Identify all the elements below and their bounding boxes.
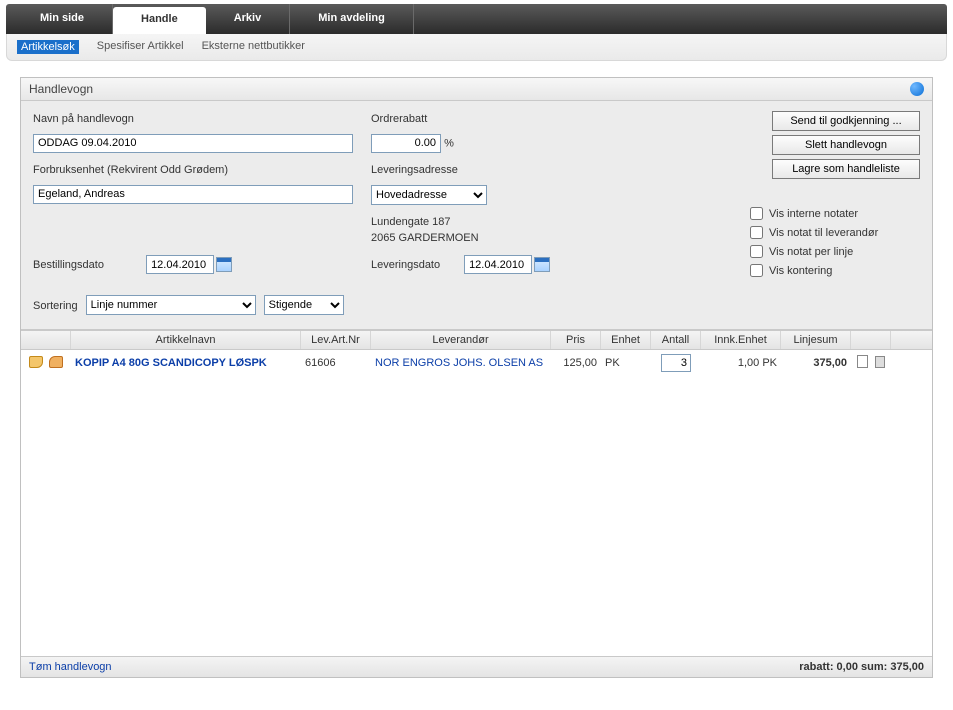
col-innkenhet: Innk.Enhet: [701, 331, 781, 349]
handshake-icon[interactable]: [49, 356, 63, 368]
cell-iunit: 1,00 PK: [701, 355, 781, 371]
addr-line2: 2065 GARDERMOEN: [371, 231, 701, 246]
chk-vendor-note-label: Vis notat til leverandør: [769, 227, 878, 239]
delivery-address-select[interactable]: Hovedadresse: [371, 185, 487, 205]
cell-price: 125,00: [551, 355, 601, 371]
chk-kontering[interactable]: [750, 264, 763, 277]
sort-label: Sortering: [33, 298, 78, 312]
note-icon[interactable]: [857, 355, 868, 368]
chk-internal-notes-label: Vis interne notater: [769, 208, 858, 220]
discount-pct: %: [444, 137, 454, 149]
vendor-link[interactable]: NOR ENGROS JOHS. OLSEN AS: [375, 357, 543, 369]
col-pris: Pris: [551, 331, 601, 349]
addr-line1: Lundengate 187: [371, 215, 701, 230]
order-date-input[interactable]: [146, 255, 214, 274]
sort-dir-select[interactable]: Stigende: [264, 295, 344, 315]
empty-cart-link[interactable]: Tøm handlevogn: [29, 661, 112, 673]
delivery-addr-label: Leveringsadresse: [371, 162, 701, 179]
tab-min-avdeling[interactable]: Min avdeling: [290, 4, 414, 34]
tab-handle[interactable]: Handle: [113, 7, 206, 34]
delivery-date-label: Leveringsdato: [371, 257, 461, 271]
cell-linesum: 375,00: [781, 355, 851, 371]
cart-panel: Handlevogn Navn på handlevogn Ordrerabat…: [20, 77, 933, 678]
chk-line-note[interactable]: [750, 245, 763, 258]
col-artikkelnavn: Artikkelnavn: [71, 331, 301, 349]
subtab-artikkelsok[interactable]: Artikkelsøk: [17, 40, 79, 54]
delete-cart-button[interactable]: Slett handlevogn: [772, 135, 920, 155]
col-antall: Antall: [651, 331, 701, 349]
col-enhet: Enhet: [601, 331, 651, 349]
save-list-button[interactable]: Lagre som handleliste: [772, 159, 920, 179]
sub-tabs: Artikkelsøk Spesifiser Artikkel Eksterne…: [6, 34, 947, 61]
chk-kontering-label: Vis kontering: [769, 265, 832, 277]
footer-bar: Tøm handlevogn rabatt: 0,00 sum: 375,00: [21, 656, 932, 677]
article-link[interactable]: KOPIP A4 80G SCANDICOPY LØSPK: [75, 357, 267, 369]
unit-label: Forbruksenhet (Rekvirent Odd Grødem): [33, 162, 363, 179]
discount-label: Ordrerabatt: [371, 111, 701, 128]
cart-name-label: Navn på handlevogn: [33, 111, 363, 128]
unit-input[interactable]: [33, 185, 353, 204]
calendar-icon[interactable]: [534, 257, 550, 272]
chk-internal-notes[interactable]: [750, 207, 763, 220]
discount-input[interactable]: [371, 134, 441, 153]
calendar-icon[interactable]: [216, 257, 232, 272]
main-tabs: Min side Handle Arkiv Min avdeling: [6, 4, 947, 34]
order-date-label: Bestillingsdato: [33, 257, 143, 271]
tab-arkiv[interactable]: Arkiv: [206, 4, 291, 34]
sort-field-select[interactable]: Linje nummer: [86, 295, 256, 315]
help-icon[interactable]: [910, 82, 924, 96]
cell-artnr: 61606: [301, 355, 371, 371]
cart-name-input[interactable]: [33, 134, 353, 153]
subtab-spesifiser[interactable]: Spesifiser Artikkel: [97, 40, 184, 54]
delivery-date-input[interactable]: [464, 255, 532, 274]
trash-icon[interactable]: [875, 356, 885, 368]
qty-input[interactable]: [661, 354, 691, 372]
thumb-up-icon[interactable]: [29, 356, 43, 368]
panel-title: Handlevogn: [29, 82, 93, 96]
subtab-eksterne[interactable]: Eksterne nettbutikker: [202, 40, 305, 54]
chk-line-note-label: Vis notat per linje: [769, 246, 853, 258]
grid-header: Artikkelnavn Lev.Art.Nr Leverandør Pris …: [21, 330, 932, 350]
col-levartnr: Lev.Art.Nr: [301, 331, 371, 349]
col-leverandor: Leverandør: [371, 331, 551, 349]
chk-vendor-note[interactable]: [750, 226, 763, 239]
col-linjesum: Linjesum: [781, 331, 851, 349]
cart-summary: rabatt: 0,00 sum: 375,00: [799, 661, 924, 673]
tab-min-side[interactable]: Min side: [12, 4, 113, 34]
approve-button[interactable]: Send til godkjenning ...: [772, 111, 920, 131]
cell-unit: PK: [601, 355, 651, 371]
table-row: KOPIP A4 80G SCANDICOPY LØSPK 61606 NOR …: [21, 350, 932, 376]
